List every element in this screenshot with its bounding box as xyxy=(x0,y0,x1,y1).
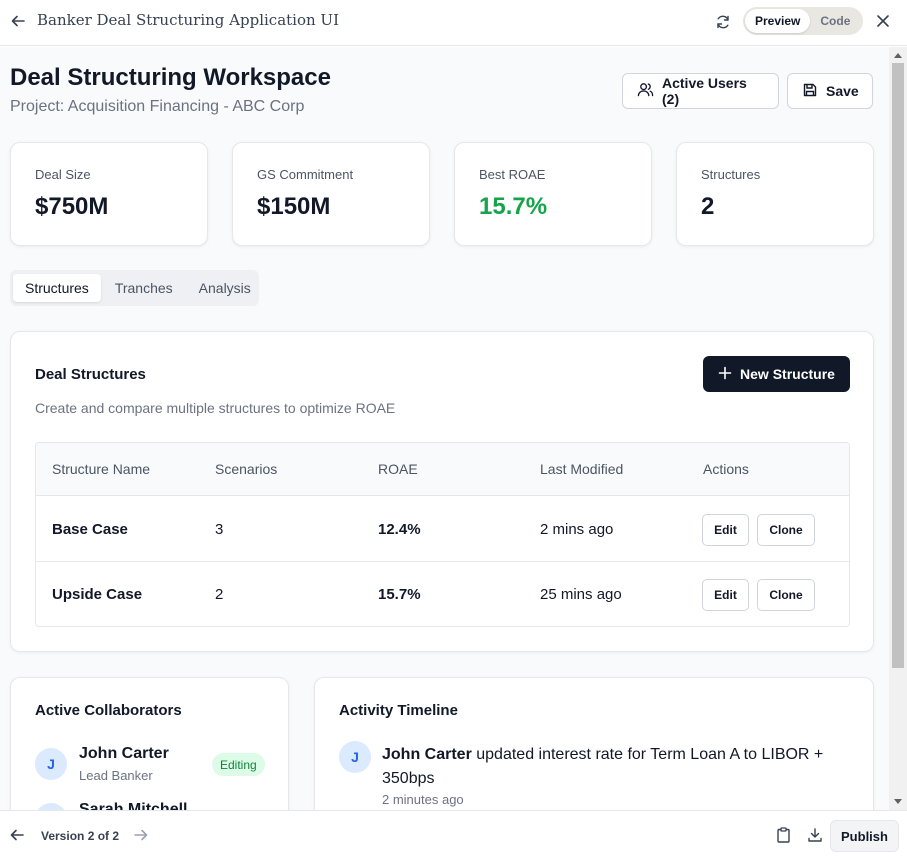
code-toggle-button[interactable]: Code xyxy=(810,9,860,33)
activity-timeline-card: Activity Timeline J John Carter updated … xyxy=(314,677,874,810)
stat-value: 15.7% xyxy=(479,193,548,220)
top-bar: Banker Deal Structuring Application UI P… xyxy=(0,0,907,46)
plus-icon xyxy=(718,366,732,383)
next-version-arrow-icon[interactable] xyxy=(132,826,150,844)
stat-card-best-roae: Best ROAE 15.7% xyxy=(454,142,652,246)
avatar: J xyxy=(35,748,67,780)
publish-button[interactable]: Publish xyxy=(830,820,899,852)
activity-actor: John Carter xyxy=(382,746,472,763)
workspace-content: Deal Structuring Workspace Project: Acqu… xyxy=(0,47,889,810)
page-title: Deal Structuring Workspace xyxy=(10,64,331,91)
table-row: Upside Case 2 15.7% 25 mins ago Edit Clo… xyxy=(36,562,849,626)
tab-analysis[interactable]: Analysis xyxy=(187,274,263,302)
stat-card-structures: Structures 2 xyxy=(676,142,874,246)
scroll-up-arrow-icon[interactable] xyxy=(894,53,902,58)
active-users-label: Active Users (2) xyxy=(662,75,747,107)
collaborator-role: Lead Banker xyxy=(79,768,153,783)
structure-name: Upside Case xyxy=(52,586,143,603)
deal-structures-card: Deal Structures Create and compare multi… xyxy=(10,331,874,652)
collaborator-name: Sarah Mitchell xyxy=(79,801,188,810)
save-button[interactable]: Save xyxy=(787,73,873,109)
card-title: Activity Timeline xyxy=(339,702,458,719)
column-header: ROAE xyxy=(378,461,418,477)
active-users-button[interactable]: Active Users (2) xyxy=(622,73,779,109)
active-collaborators-card: Active Collaborators J John Carter Lead … xyxy=(10,677,289,810)
download-icon[interactable] xyxy=(806,826,824,844)
tab-list: Structures Tranches Analysis xyxy=(10,270,259,306)
avatar: J xyxy=(339,741,371,773)
edit-button[interactable]: Edit xyxy=(702,514,749,546)
stat-label: Deal Size xyxy=(35,167,91,182)
preview-code-toggle: Preview Code xyxy=(743,7,863,35)
scroll-down-arrow-icon[interactable] xyxy=(894,799,902,804)
clone-button[interactable]: Clone xyxy=(757,579,815,611)
status-badge: Editing xyxy=(212,753,265,776)
tab-structures[interactable]: Structures xyxy=(13,274,101,302)
stat-label: Best ROAE xyxy=(479,167,546,182)
save-label: Save xyxy=(826,83,859,99)
version-indicator: Version 2 of 2 xyxy=(41,829,120,843)
activity-timestamp: 2 minutes ago xyxy=(382,792,464,807)
table-header: Structure Name Scenarios ROAE Last Modif… xyxy=(36,443,849,496)
preview-toggle-button[interactable]: Preview xyxy=(745,9,811,33)
roae-value: 12.4% xyxy=(378,521,421,538)
users-icon xyxy=(637,81,654,101)
column-header: Actions xyxy=(703,461,749,477)
table-row: Base Case 3 12.4% 2 mins ago Edit Clone xyxy=(36,497,849,562)
card-description: Create and compare multiple structures t… xyxy=(35,400,396,416)
clipboard-icon[interactable] xyxy=(774,826,792,844)
scenarios-count: 3 xyxy=(215,521,224,538)
save-icon xyxy=(802,82,818,101)
stat-card-gs-commitment: GS Commitment $150M xyxy=(232,142,430,246)
collaborator-name: John Carter xyxy=(79,745,169,762)
stat-value: $150M xyxy=(257,193,331,220)
column-header: Structure Name xyxy=(52,461,151,477)
card-title: Active Collaborators xyxy=(35,702,182,719)
structures-table: Structure Name Scenarios ROAE Last Modif… xyxy=(35,442,850,627)
stat-value: 2 xyxy=(701,193,715,220)
back-arrow-icon[interactable] xyxy=(8,11,28,31)
column-header: Last Modified xyxy=(540,461,624,477)
refresh-icon[interactable] xyxy=(712,11,734,33)
bottom-bar: Version 2 of 2 Publish xyxy=(0,810,907,857)
previous-version-arrow-icon[interactable] xyxy=(8,826,26,844)
scrollbar-thumb[interactable] xyxy=(892,63,904,668)
stat-label: Structures xyxy=(701,167,761,182)
edit-button[interactable]: Edit xyxy=(702,579,749,611)
column-header: Scenarios xyxy=(215,461,278,477)
activity-entry: John Carter updated interest rate for Te… xyxy=(382,743,832,791)
scenarios-count: 2 xyxy=(215,586,224,603)
clone-button[interactable]: Clone xyxy=(757,514,815,546)
tab-tranches[interactable]: Tranches xyxy=(103,274,185,302)
vertical-scrollbar[interactable] xyxy=(889,47,907,810)
card-title: Deal Structures xyxy=(35,366,146,383)
last-modified: 25 mins ago xyxy=(540,586,622,603)
app-title: Banker Deal Structuring Application UI xyxy=(37,11,339,29)
close-icon[interactable] xyxy=(873,11,893,31)
stat-card-deal-size: Deal Size $750M xyxy=(10,142,208,246)
structure-name: Base Case xyxy=(52,521,128,538)
new-structure-button[interactable]: New Structure xyxy=(703,356,850,392)
new-structure-label: New Structure xyxy=(740,366,835,382)
last-modified: 2 mins ago xyxy=(540,521,614,538)
page-subtitle: Project: Acquisition Financing - ABC Cor… xyxy=(10,98,305,115)
stat-value: $750M xyxy=(35,193,109,220)
roae-value: 15.7% xyxy=(378,586,421,603)
avatar: S xyxy=(35,803,67,810)
stat-label: GS Commitment xyxy=(257,167,354,182)
